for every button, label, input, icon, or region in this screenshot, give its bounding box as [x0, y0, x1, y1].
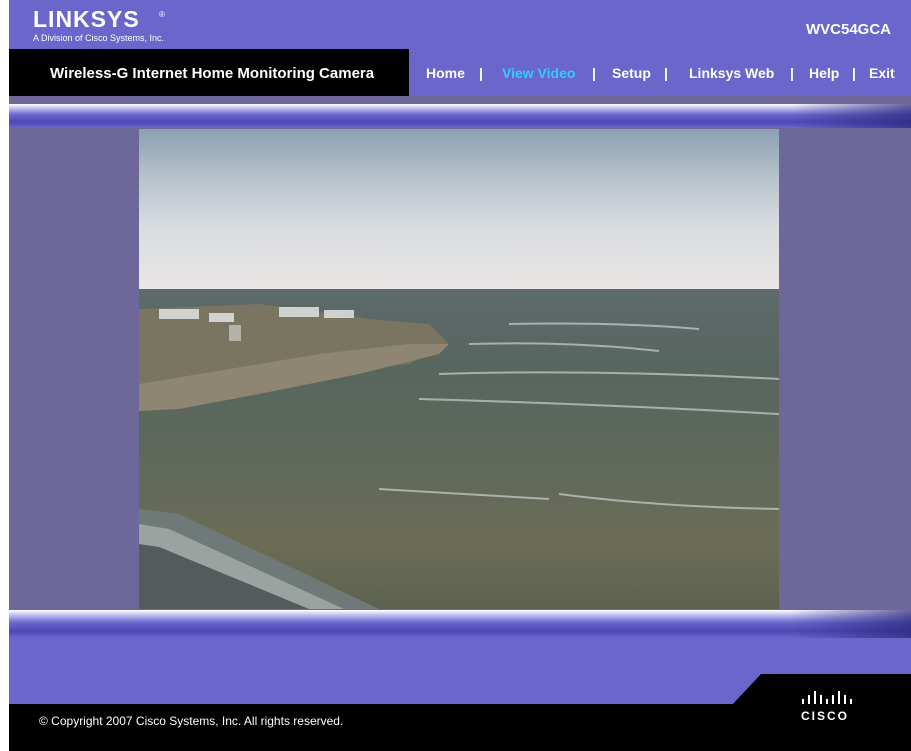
video-scene [139, 304, 779, 609]
linksys-logo[interactable]: LINKSYS [33, 6, 140, 33]
nav-exit[interactable]: Exit [869, 65, 895, 81]
registered-mark: ® [159, 10, 165, 19]
nav-separator: | [790, 65, 794, 81]
logo-tagline: A Division of Cisco Systems, Inc. [33, 33, 165, 43]
nav-linksys-web[interactable]: Linksys Web [689, 65, 774, 81]
product-bar: Wireless-G Internet Home Monitoring Came… [9, 49, 409, 96]
cisco-logo-text: CISCO [801, 709, 850, 723]
nav-view-video[interactable]: View Video [502, 65, 575, 81]
camera-video-feed[interactable] [139, 129, 779, 609]
main-nav: Home | View Video | Setup | Linksys Web … [409, 49, 911, 96]
nav-separator: | [664, 65, 668, 81]
model-name: WVC54GCA [805, 21, 891, 38]
header: LINKSYS ® A Division of Cisco Systems, I… [9, 0, 911, 49]
footer-slant [731, 674, 911, 706]
nav-setup[interactable]: Setup [612, 65, 651, 81]
page-frame: LINKSYS ® A Division of Cisco Systems, I… [9, 0, 911, 751]
nav-separator: | [592, 65, 596, 81]
nav-home[interactable]: Home [426, 65, 465, 81]
nav-help[interactable]: Help [809, 65, 839, 81]
nav-separator: | [479, 65, 483, 81]
copyright-text: © Copyright 2007 Cisco Systems, Inc. All… [39, 714, 344, 728]
bottom-decorative-band [9, 610, 911, 638]
nav-separator: | [852, 65, 856, 81]
top-decorative-band [9, 104, 911, 128]
footer: © Copyright 2007 Cisco Systems, Inc. All… [9, 704, 911, 751]
product-name: Wireless-G Internet Home Monitoring Came… [50, 65, 375, 82]
